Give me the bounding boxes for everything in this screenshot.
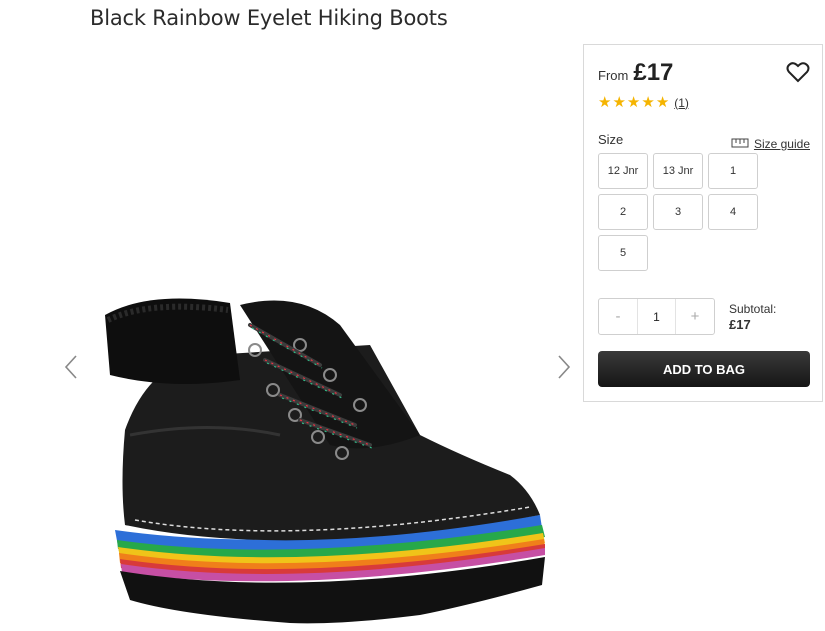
- subtotal-label: Subtotal:: [729, 302, 777, 316]
- star-icon: ★: [626, 94, 641, 111]
- size-option[interactable]: 13 Jnr: [653, 153, 703, 189]
- quantity-stepper: - 1 +: [598, 298, 715, 335]
- purchase-panel: From £17 ★ ★ ★ ★ ★ (1) Size Size guide 1…: [583, 44, 823, 402]
- size-option[interactable]: 3: [653, 194, 703, 230]
- quantity-input[interactable]: 1: [637, 299, 676, 334]
- size-option[interactable]: 12 Jnr: [598, 153, 648, 189]
- product-image: [90, 285, 560, 626]
- size-option[interactable]: 2: [598, 194, 648, 230]
- quantity-increase-button[interactable]: +: [676, 299, 714, 334]
- price: £17: [633, 59, 674, 86]
- product-title: Black Rainbow Eyelet Hiking Boots: [90, 6, 448, 30]
- star-icon: ★: [655, 94, 670, 111]
- ruler-icon: [731, 135, 749, 153]
- subtotal-value: £17: [729, 317, 751, 332]
- star-rating: ★ ★ ★ ★ ★ (1): [598, 95, 689, 110]
- size-option[interactable]: 4: [708, 194, 758, 230]
- size-guide-label: Size guide: [753, 137, 810, 151]
- heart-icon[interactable]: [786, 61, 810, 83]
- star-icon: ★: [598, 94, 612, 111]
- size-guide-link[interactable]: Size guide: [731, 135, 810, 153]
- size-option[interactable]: 1: [708, 153, 758, 189]
- chevron-left-icon[interactable]: [62, 352, 82, 382]
- size-option[interactable]: 5: [598, 235, 648, 271]
- add-to-bag-button[interactable]: ADD TO BAG: [598, 351, 810, 387]
- size-label: Size: [598, 132, 624, 147]
- from-label: From: [598, 68, 629, 83]
- star-icon: ★: [641, 94, 655, 111]
- review-count-link[interactable]: (1): [674, 96, 689, 110]
- quantity-decrease-button[interactable]: -: [599, 299, 637, 334]
- subtotal: Subtotal: £17: [729, 301, 776, 333]
- star-icon: ★: [612, 94, 626, 111]
- price-row: From £17: [598, 59, 673, 87]
